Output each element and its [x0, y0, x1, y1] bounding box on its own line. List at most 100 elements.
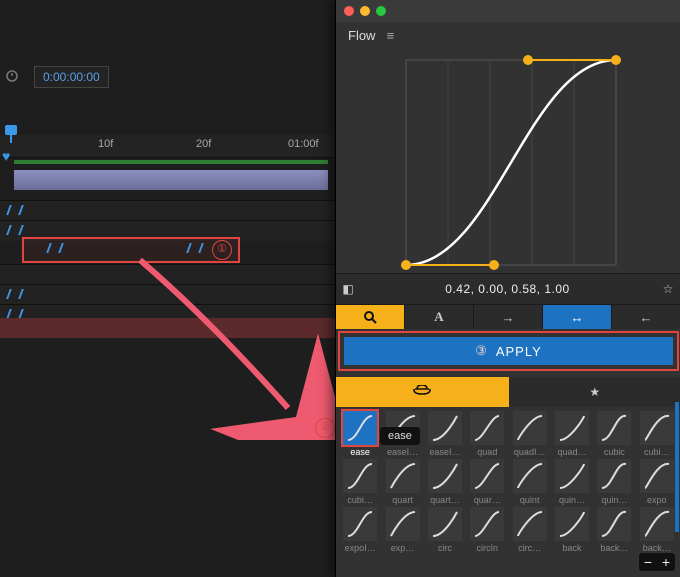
preset-label: expo	[639, 495, 675, 505]
preset-label: expoI…	[342, 543, 378, 553]
preset-cubi[interactable]: cubi…	[340, 459, 380, 505]
mode-arrow-left-button[interactable]: ←	[612, 305, 680, 329]
minimize-traffic-icon[interactable]	[360, 6, 370, 16]
mode-row: A → ↔ ←	[336, 305, 680, 329]
apply-callout-box: ③ APPLY	[338, 331, 679, 371]
preset-quad[interactable]: quad	[467, 411, 507, 457]
current-time-input[interactable]: 0:00:00:00	[34, 66, 109, 88]
panel-header: Flow ≡	[336, 22, 680, 48]
zoom-in-button[interactable]: +	[657, 553, 675, 571]
favorite-star-icon[interactable]: ☆	[655, 282, 680, 296]
preset-label: back	[554, 543, 590, 553]
preset-circ[interactable]: circ…	[510, 507, 550, 553]
ruler-tick: 10f	[98, 138, 113, 150]
callout-3: ③	[475, 343, 488, 359]
preset-label: quint	[512, 495, 548, 505]
preset-label: cubic	[596, 447, 632, 457]
preset-circ[interactable]: circ	[425, 507, 465, 553]
preset-label: quar…	[469, 495, 505, 505]
close-traffic-icon[interactable]	[344, 6, 354, 16]
preset-label: easeI…	[385, 447, 421, 457]
preset-cubic[interactable]: cubic	[594, 411, 634, 457]
preset-label: quart	[385, 495, 421, 505]
callout-1: ①	[212, 240, 232, 260]
mode-text-button[interactable]: A	[405, 305, 474, 329]
preset-back[interactable]: back	[552, 507, 592, 553]
flow-panel: Flow ≡ ◧ 0.42, 0.00, 0.58, 1.00 ☆ A → ↔ …	[335, 0, 680, 577]
property-row[interactable]	[0, 264, 335, 285]
preset-back[interactable]: back…	[637, 507, 677, 553]
preset-circIn[interactable]: circIn	[467, 507, 507, 553]
keyframe-icon[interactable]	[6, 289, 24, 299]
preset-cubi[interactable]: cubi…	[637, 411, 677, 457]
preset-quint[interactable]: quint	[510, 459, 550, 505]
preset-label: quin…	[554, 495, 590, 505]
work-area-bar[interactable]	[14, 160, 328, 164]
preset-label: ease	[342, 447, 378, 457]
keyframe-icon[interactable]	[46, 243, 64, 253]
tab-library[interactable]	[336, 377, 509, 407]
preset-label: cubi…	[342, 495, 378, 505]
bezier-values[interactable]: 0.42, 0.00, 0.58, 1.00	[360, 282, 655, 296]
favorite-icon[interactable]: ♥	[2, 148, 10, 164]
preset-quart[interactable]: quart	[382, 459, 422, 505]
preset-label: quad…	[554, 447, 590, 457]
preset-expo[interactable]: expo	[637, 459, 677, 505]
copy-icon[interactable]: ◧	[336, 282, 360, 296]
preset-quar[interactable]: quar…	[467, 459, 507, 505]
panel-title: Flow	[348, 28, 375, 43]
zoom-traffic-icon[interactable]	[376, 6, 386, 16]
time-ruler[interactable]: 10f 20f 01:00f	[0, 135, 335, 158]
preset-quin[interactable]: quin…	[552, 459, 592, 505]
keyframe-selection-box	[22, 237, 240, 263]
curve-editor[interactable]	[336, 48, 680, 273]
keyframe-icon[interactable]	[6, 225, 24, 235]
preset-label: quart…	[427, 495, 463, 505]
tab-favorites[interactable]: ★	[509, 377, 680, 407]
preset-quad[interactable]: quad…	[552, 411, 592, 457]
preset-label: back…	[639, 543, 675, 553]
preset-back[interactable]: back…	[594, 507, 634, 553]
preset-quart[interactable]: quart…	[425, 459, 465, 505]
preset-label: quad	[469, 447, 505, 457]
keyframe-icon[interactable]	[6, 205, 24, 215]
apply-button-label: APPLY	[496, 344, 542, 359]
preset-quin[interactable]: quin…	[594, 459, 634, 505]
preset-label: circ	[427, 543, 463, 553]
preset-label: exp…	[385, 543, 421, 553]
ruler-tick: 01:00f	[288, 138, 319, 150]
property-row[interactable]	[0, 284, 335, 305]
bezier-value-row: ◧ 0.42, 0.00, 0.58, 1.00 ☆	[336, 273, 680, 305]
preset-exp[interactable]: exp…	[382, 507, 422, 553]
callout-2: ②	[315, 418, 335, 438]
panel-menu-icon[interactable]: ≡	[383, 28, 397, 43]
ruler-tick: 20f	[196, 138, 211, 150]
mode-zoom-button[interactable]	[336, 305, 405, 329]
keyframe-icon[interactable]	[186, 243, 204, 253]
preset-label: circ…	[512, 543, 548, 553]
preset-label: easeI…	[427, 447, 463, 457]
property-row[interactable]	[0, 200, 335, 221]
mode-arrow-right-button[interactable]: →	[474, 305, 543, 329]
preset-grid: ease ease easeI… easeI… quad quadI… quad… cubi…	[336, 407, 680, 553]
mode-arrow-both-button[interactable]: ↔	[543, 305, 612, 329]
preset-ease[interactable]: ease	[340, 411, 380, 457]
library-tabs: ★	[336, 377, 680, 407]
zoom-control: − +	[639, 553, 675, 571]
preset-label: cubi…	[639, 447, 675, 457]
preset-label: quadI…	[512, 447, 548, 457]
preset-label: circIn	[469, 543, 505, 553]
stopwatch-icon[interactable]	[5, 68, 19, 82]
tooltip: ease	[380, 427, 420, 445]
preset-quadI[interactable]: quadI…	[510, 411, 550, 457]
apply-button[interactable]: ③ APPLY	[344, 337, 673, 365]
preset-easeI[interactable]: easeI…	[425, 411, 465, 457]
window-titlebar	[336, 0, 680, 22]
preset-expoI[interactable]: expoI…	[340, 507, 380, 553]
preset-label: quin…	[596, 495, 632, 505]
scrollbar[interactable]	[675, 402, 679, 532]
error-track	[0, 318, 335, 338]
layer-bar[interactable]	[14, 170, 328, 190]
playhead[interactable]	[10, 127, 12, 143]
zoom-out-button[interactable]: −	[639, 553, 657, 571]
